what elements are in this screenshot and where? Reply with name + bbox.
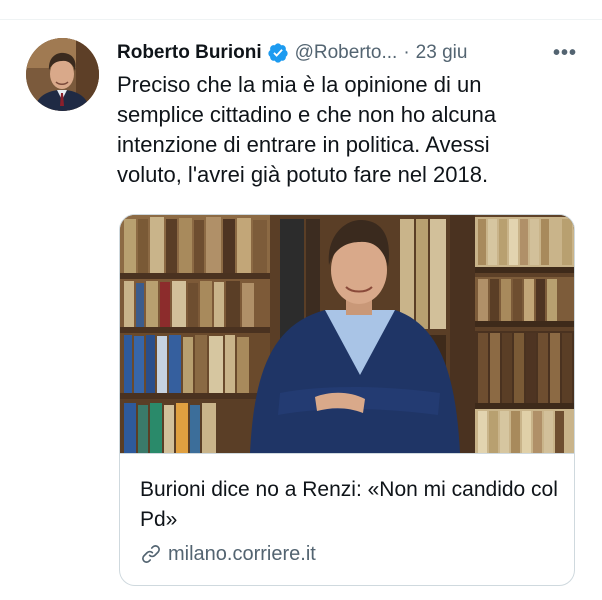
card-image bbox=[120, 215, 574, 453]
tweet-header: Roberto Burioni @Roberto... · 23 giu ••• bbox=[117, 40, 580, 66]
card-domain: milano.corriere.it bbox=[168, 542, 316, 565]
author-handle[interactable]: @Roberto... bbox=[295, 42, 398, 64]
tweet-date[interactable]: 23 giu bbox=[416, 42, 468, 64]
more-horizontal-icon[interactable]: ••• bbox=[550, 40, 580, 66]
card-title[interactable]: Burioni dice no a Renzi: «Non mi candido… bbox=[140, 475, 560, 535]
verified-badge-icon bbox=[267, 42, 289, 64]
tweet-text: Preciso che la mia è la opinione di un s… bbox=[117, 72, 497, 187]
card-domain-row[interactable]: milano.corriere.it bbox=[140, 541, 316, 567]
avatar[interactable] bbox=[26, 38, 99, 111]
separator-dot: · bbox=[403, 42, 410, 63]
link-card[interactable]: Burioni dice no a Renzi: «Non mi candido… bbox=[119, 214, 575, 586]
top-divider bbox=[0, 19, 602, 20]
author-name[interactable]: Roberto Burioni bbox=[117, 42, 262, 64]
avatar-image bbox=[26, 38, 99, 111]
link-icon bbox=[140, 543, 162, 565]
card-divider bbox=[120, 453, 574, 454]
